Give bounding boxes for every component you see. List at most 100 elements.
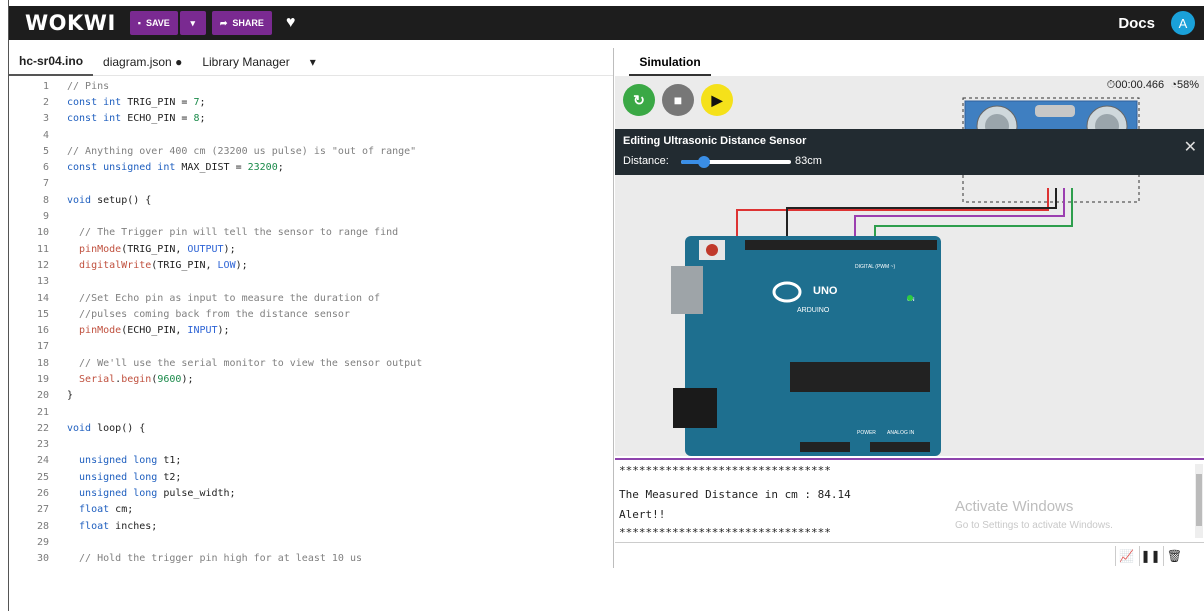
trash-icon[interactable]: 🗑 <box>1163 546 1185 566</box>
tab-diagram-json[interactable]: diagram.json ● <box>93 48 192 76</box>
save-label: SAVE <box>145 18 170 28</box>
code-line[interactable]: 25 unsigned long t2; <box>9 469 614 485</box>
code-token: float <box>67 504 116 516</box>
monitor-toolbar: 📈 ❚❚ 🗑 <box>615 542 1204 568</box>
code-token: OUTPUT <box>187 243 224 255</box>
code-token: float <box>67 520 116 532</box>
code-line[interactable]: 29 <box>9 534 614 550</box>
code-token: ; <box>277 162 284 174</box>
line-number: 15 <box>36 308 49 320</box>
code-line[interactable]: 4 <box>9 127 614 143</box>
code-line[interactable]: 12 digitalWrite (TRIG_PIN, LOW); <box>9 257 614 273</box>
plotter-icon[interactable]: 📈 <box>1115 546 1137 566</box>
chevron-down-icon: ▾ <box>190 17 196 28</box>
code-token: Serial <box>67 373 116 385</box>
code-token: 9600 <box>157 373 182 385</box>
code-line[interactable]: 18 // We'll use the serial monitor to vi… <box>9 355 614 371</box>
code-line[interactable]: 5 // Anything over 400 cm (23200 us pulse… <box>9 143 614 159</box>
line-number: 6 <box>42 162 49 174</box>
save-button[interactable]: ▪ SAVE <box>129 11 178 35</box>
code-token: ; <box>199 113 206 125</box>
code-line[interactable]: 19 Serial. begin(9600); <box>9 371 614 387</box>
code-line[interactable]: 10 // The Trigger pin will tell the sens… <box>9 225 614 241</box>
wire-trig[interactable] <box>854 188 1065 236</box>
tab-library-manager[interactable]: Library Manager <box>192 48 299 76</box>
code-line[interactable]: 6 const unsigned int MAX_DIST = 23200; <box>9 159 614 175</box>
code-token: (TRIG_PIN, <box>121 243 188 255</box>
code-token: INPUT <box>187 325 218 337</box>
distance-slider[interactable] <box>681 156 791 168</box>
code-line[interactable]: 17 <box>9 339 614 355</box>
code-token: t2; <box>163 471 182 483</box>
code-line[interactable]: 16 pinMode (ECHO_PIN, INPUT); <box>9 322 614 338</box>
code-line[interactable]: 2 const int TRIG_PIN = 7; <box>9 94 614 110</box>
code-line[interactable]: 7 <box>9 176 614 192</box>
sensor-edit-panel: Editing Ultrasonic Distance Sensor Dista… <box>615 129 1204 175</box>
close-icon[interactable]: ✕ <box>1184 137 1197 157</box>
pause-icon[interactable]: ❚❚ <box>1139 546 1161 566</box>
code-token: // Anything over 400 cm (23200 us pulse)… <box>67 145 417 157</box>
code-token: t1; <box>163 455 182 467</box>
code-line[interactable]: 20} <box>9 388 614 404</box>
file-tabs: hc-sr04.ino diagram.json ● Library Manag… <box>9 48 614 76</box>
code-line[interactable]: 9 <box>9 208 614 224</box>
tabs-menu-chevron-icon[interactable]: ▾ <box>300 48 326 76</box>
label-digital: DIGITAL (PWM ~) <box>855 264 895 270</box>
code-line[interactable]: 3 const int ECHO_PIN = 8; <box>9 111 614 127</box>
tab-simulation[interactable]: Simulation <box>629 50 711 76</box>
docs-link[interactable]: Docs <box>1118 15 1155 32</box>
code-line[interactable]: 11 pinMode (TRIG_PIN, OUTPUT); <box>9 241 614 257</box>
monitor-scrollbar[interactable] <box>1195 464 1203 538</box>
tab-hc-sr04-ino[interactable]: hc-sr04.ino <box>9 48 94 76</box>
code-token: unsigned long <box>67 471 164 483</box>
wire-gnd[interactable] <box>786 188 1057 236</box>
code-line[interactable]: 14 //Set Echo pin as input to measure th… <box>9 290 614 306</box>
avatar[interactable]: A <box>1171 11 1195 35</box>
share-label: SHARE <box>232 18 264 28</box>
code-token: void <box>67 422 98 434</box>
code-line[interactable]: 28 float inches; <box>9 518 614 534</box>
line-number: 7 <box>42 178 49 190</box>
code-token: const int <box>67 96 128 108</box>
line-number: 14 <box>36 292 49 304</box>
code-line[interactable]: 8 void setup() { <box>9 192 614 208</box>
wokwi-logo[interactable]: WOKWI <box>25 11 116 35</box>
share-icon: ➦ <box>219 17 228 28</box>
code-token: LOW <box>217 259 236 271</box>
splitter[interactable] <box>613 48 614 568</box>
code-line[interactable]: 15 //pulses coming back from the distanc… <box>9 306 614 322</box>
serial-monitor[interactable]: ******************************** The Mea… <box>615 458 1204 540</box>
code-line[interactable]: 13 <box>9 274 614 290</box>
code-line[interactable]: 23 <box>9 437 614 453</box>
code-line[interactable]: 1 // Pins <box>9 78 614 94</box>
distance-label: Distance: <box>623 155 669 167</box>
share-button[interactable]: ➦ SHARE <box>211 11 272 35</box>
arduino-uno-board[interactable]: UNO ARDUINO DIGITAL (PWM ~) ON POWER ANA… <box>671 236 941 456</box>
code-token: inches; <box>115 520 158 532</box>
label-arduino: ARDUINO <box>797 307 830 314</box>
save-dropdown-button[interactable]: ▾ <box>179 11 206 35</box>
save-icon: ▪ <box>137 18 141 28</box>
code-line[interactable]: 22 void loop() { <box>9 420 614 436</box>
monitor-scroll-thumb[interactable] <box>1196 474 1202 526</box>
line-number: 8 <box>42 194 49 206</box>
code-token: ); <box>235 259 248 271</box>
label-analog: ANALOG IN <box>887 430 915 436</box>
distance-slider-thumb[interactable] <box>698 156 711 168</box>
line-number: 30 <box>36 553 49 565</box>
code-line[interactable]: 27 float cm; <box>9 502 614 518</box>
heart-icon[interactable]: ♥ <box>286 14 296 32</box>
wire-echo[interactable] <box>874 188 1073 236</box>
code-line[interactable]: 24 unsigned long t1; <box>9 453 614 469</box>
code-token: } <box>67 390 74 402</box>
code-line[interactable]: 30 // Hold the trigger pin high for at l… <box>9 551 614 567</box>
code-editor[interactable]: hc-sr04.ino diagram.json ● Library Manag… <box>9 48 614 568</box>
code-token: // Hold the trigger pin high for at leas… <box>67 553 363 565</box>
code-token: ); <box>181 373 194 385</box>
simulation-canvas[interactable]: ↻ ■ ▶ ⏱00:00.466 ◔58% UNO ARDUINO DIGITA… <box>615 76 1204 456</box>
label-power: POWER <box>857 430 876 436</box>
code-line[interactable]: 21 <box>9 404 614 420</box>
code-line[interactable]: 26 unsigned long pulse_width; <box>9 485 614 501</box>
code-token: ); <box>223 243 236 255</box>
code-token: ; <box>199 96 206 108</box>
